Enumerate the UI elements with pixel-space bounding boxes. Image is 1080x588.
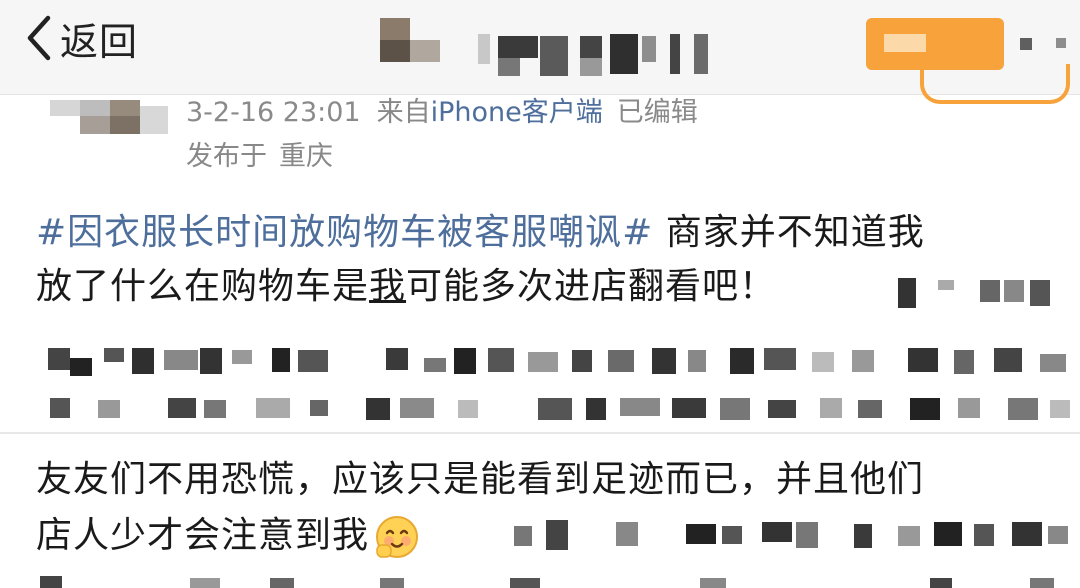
post-location: 发布于 重庆 bbox=[186, 136, 333, 178]
post-text-line-3: 友友们不用恐慌，应该只是能看到足迹而已，并且他们 bbox=[36, 459, 925, 500]
post-text-underlined: 我 bbox=[369, 266, 407, 307]
redacted-text bbox=[486, 516, 1076, 556]
redacted-paragraph bbox=[40, 340, 1080, 432]
post-timestamp: 3-2-16 23:01 bbox=[186, 97, 361, 128]
hashtag-link[interactable]: #因衣服长时间放购物车被客服嘲讽# bbox=[36, 212, 653, 253]
avatar-redacted[interactable] bbox=[50, 96, 180, 140]
post-text-segment: 可能多次进店翻看吧！ bbox=[406, 266, 777, 307]
post-text-line-1: #因衣服长时间放购物车被客服嘲讽# 商家并不知道我 bbox=[36, 206, 1066, 260]
top-navigation-bar: 返回 bbox=[0, 0, 1080, 95]
post-text-segment: 放了什么在购物车是 bbox=[36, 266, 370, 307]
post-text-segment: 店人少才会注意到我 bbox=[36, 515, 370, 556]
post-text-segment: 商家并不知道我 bbox=[665, 212, 925, 253]
follow-button-label-redacted bbox=[884, 34, 926, 52]
back-button[interactable]: 返回 bbox=[22, 10, 138, 66]
post-meta: 3-2-16 23:01 来自iPhone客户端 已编辑 bbox=[186, 92, 698, 134]
redacted-text bbox=[40, 574, 1080, 588]
post-source-prefix: 来自 bbox=[376, 97, 431, 128]
post-source-link[interactable]: iPhone客户端 bbox=[431, 97, 603, 128]
account-name-redacted bbox=[380, 14, 730, 76]
post-location-prefix: 发布于 bbox=[186, 141, 267, 172]
follow-button[interactable] bbox=[866, 18, 1004, 70]
chevron-left-icon bbox=[27, 15, 51, 61]
smiling-face-emoji-icon bbox=[375, 515, 419, 559]
edited-badge[interactable]: 已编辑 bbox=[617, 97, 698, 128]
more-options-button[interactable] bbox=[1020, 32, 1080, 54]
orange-frame-decoration bbox=[920, 64, 1070, 104]
back-button-label: 返回 bbox=[60, 19, 139, 64]
post-location-name: 重庆 bbox=[279, 141, 333, 172]
screenshot-divider bbox=[0, 432, 1080, 434]
redacted-text bbox=[898, 276, 1068, 310]
